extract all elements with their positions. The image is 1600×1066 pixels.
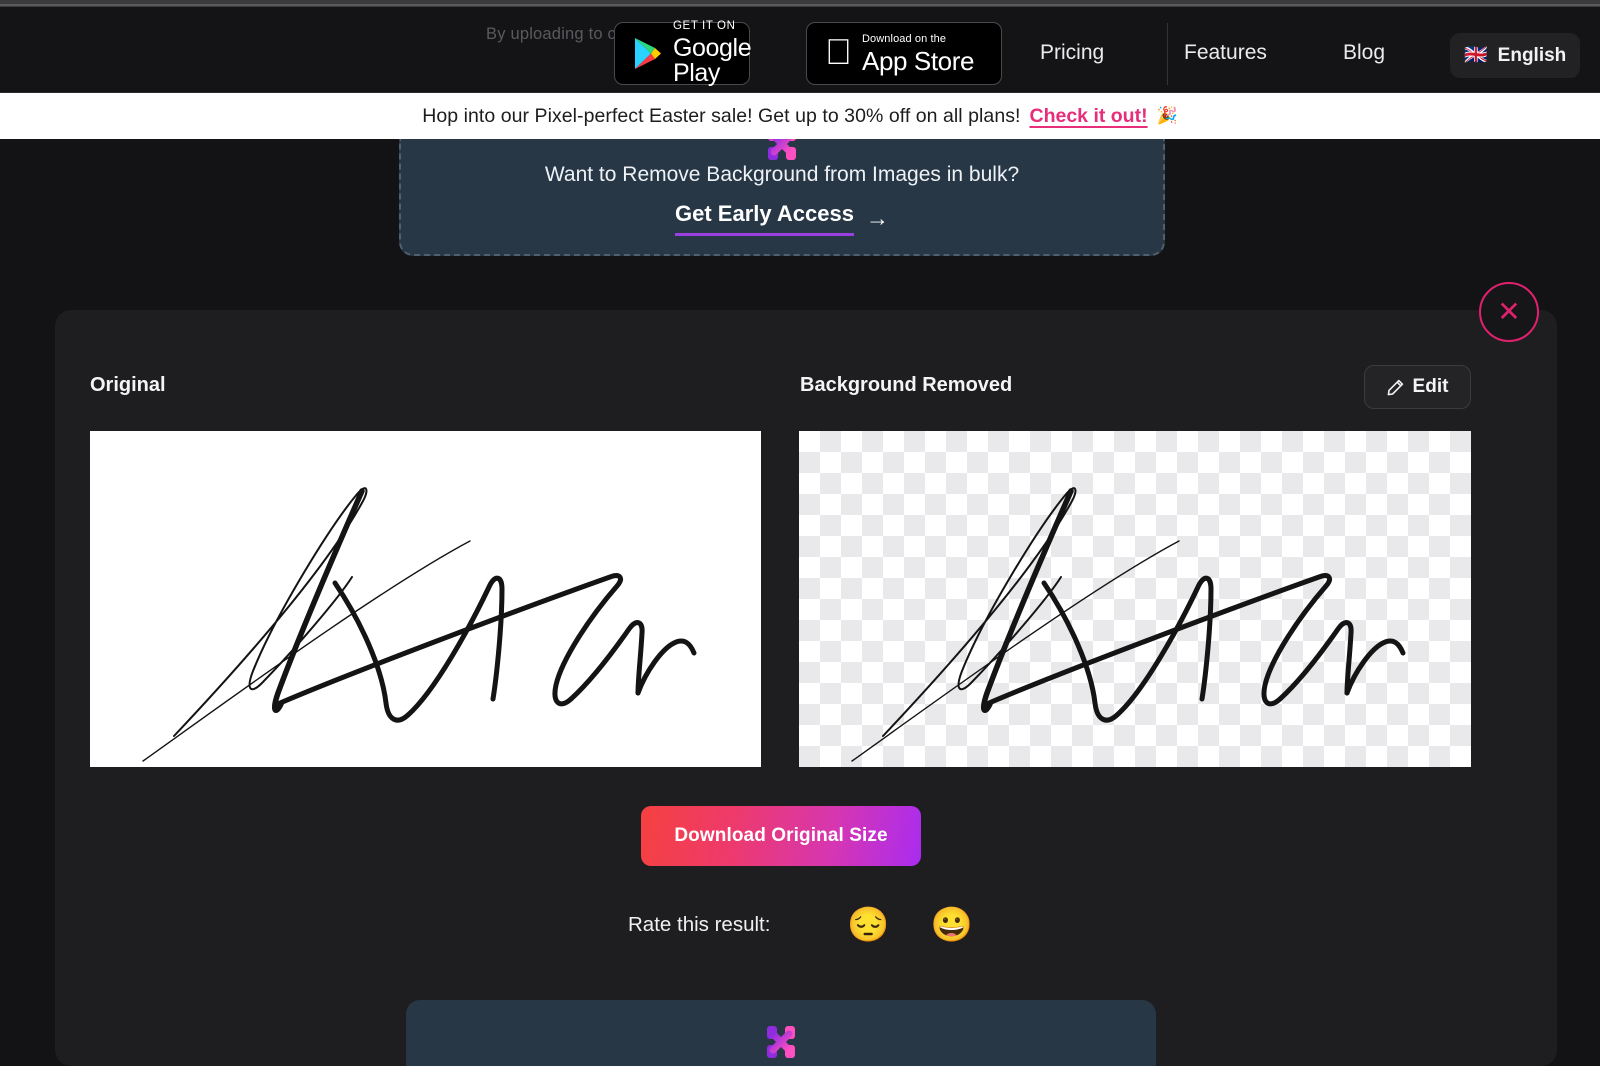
language-selector[interactable]: 🇬🇧 English <box>1450 33 1581 78</box>
google-play-top-label: GET IT ON <box>673 20 736 33</box>
google-play-icon <box>633 37 663 70</box>
original-image-frame <box>90 431 761 767</box>
background-removed-column-title: Background Removed <box>800 374 1013 396</box>
rate-happy-emoji-button[interactable]: 😀 <box>931 908 973 942</box>
app-store-top-label: Download on the <box>835 32 946 45</box>
nav-divider <box>1167 23 1168 85</box>
nav-link-features[interactable]: Features <box>1184 41 1267 65</box>
bulk-promo-card: Want to Remove Background from Images in… <box>399 139 1165 256</box>
edit-button-label: Edit <box>1412 376 1449 397</box>
rate-sad-emoji-button[interactable]: 😔 <box>847 908 889 942</box>
apple-logo-icon:  <box>825 33 852 70</box>
promo-banner-text: Hop into our Pixel-perfect Easter sale! … <box>422 104 1021 127</box>
get-early-access-label: Get Early Access <box>675 201 854 236</box>
top-navigation-bar: By uploading to cy Policy. GET IT ON Goo… <box>0 7 1600 93</box>
rate-result-row: Rate this result: 😔 😀 <box>628 908 973 942</box>
browser-chrome-strip <box>0 0 1600 7</box>
original-signature-image <box>142 487 697 762</box>
background-removed-signature-image <box>851 487 1406 762</box>
google-play-main-label: Google Play <box>673 33 752 87</box>
google-play-badge[interactable]: GET IT ON Google Play <box>614 20 752 87</box>
download-button-label: Download Original Size <box>674 825 888 846</box>
party-popper-icon: 🎉 <box>1156 106 1178 125</box>
close-icon: ✕ <box>1497 296 1521 327</box>
app-store-main-label: App Store <box>835 45 974 76</box>
uk-flag-icon: 🇬🇧 <box>1464 45 1488 66</box>
google-play-badge-text: GET IT ON Google Play <box>673 20 752 87</box>
edit-button[interactable]: Edit <box>1364 365 1471 409</box>
language-label: English <box>1497 44 1567 66</box>
promo-cta-link[interactable]: Check it out! <box>1030 105 1148 128</box>
original-column-title: Original <box>90 374 166 396</box>
arrow-right-icon: → <box>865 205 889 231</box>
pencil-icon <box>1387 379 1404 396</box>
app-store-badge-text: Download on the App Store <box>835 32 974 76</box>
background-removed-image-frame <box>799 431 1471 767</box>
bottom-promo-card <box>406 1000 1156 1066</box>
get-early-access-link[interactable]: Get Early Access → <box>401 201 1163 236</box>
close-result-button[interactable]: ✕ <box>1479 282 1539 342</box>
brand-logo-icon <box>760 139 804 166</box>
get-early-access-inner: Get Early Access → <box>675 201 889 236</box>
app-store-badge[interactable]:  Download on the App Store <box>806 22 1002 85</box>
rate-result-label: Rate this result: <box>628 913 771 936</box>
nav-link-blog[interactable]: Blog <box>1343 41 1385 65</box>
download-original-size-button[interactable]: Download Original Size <box>641 806 921 866</box>
nav-link-pricing[interactable]: Pricing <box>1040 41 1104 65</box>
brand-logo-icon-bottom <box>759 1020 803 1064</box>
bulk-card-title: Want to Remove Background from Images in… <box>544 163 1020 186</box>
promo-banner: Hop into our Pixel-perfect Easter sale! … <box>0 93 1600 139</box>
